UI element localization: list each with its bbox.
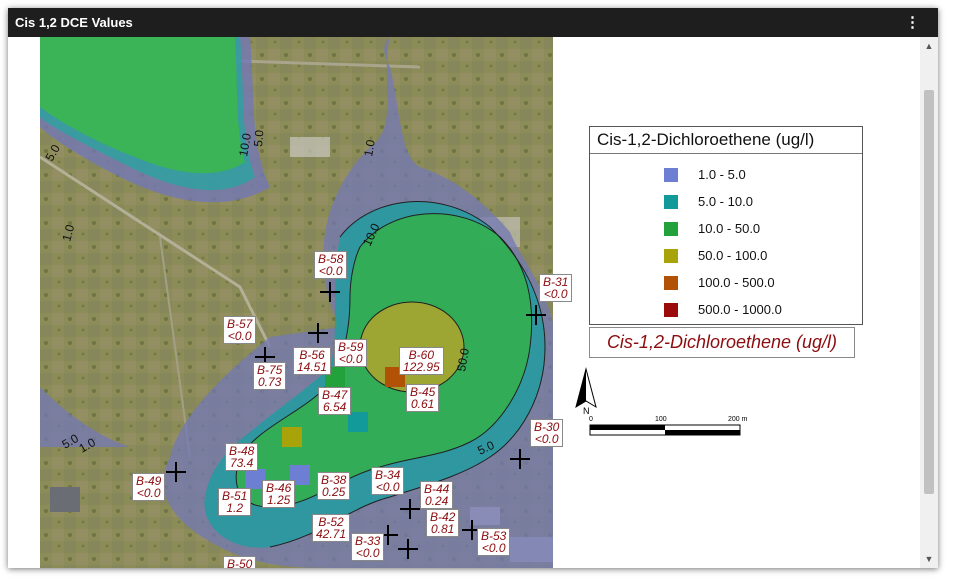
sample-value: 6.54 <box>323 400 347 414</box>
legend-swatch <box>664 276 678 290</box>
sample-label-b45: B-45 0.61 <box>406 384 440 412</box>
scale-label: 100 <box>655 416 667 423</box>
legend-label: 10.0 - 50.0 <box>698 221 761 236</box>
sample-square <box>348 412 368 432</box>
legend-label: 1.0 - 5.0 <box>698 167 746 182</box>
sample-label-b30: B-30 <0.0 <box>530 419 564 447</box>
sample-value: <0.0 <box>136 486 161 500</box>
arrow-up-icon[interactable]: ▲ <box>920 38 938 54</box>
sample-value: <0.0 <box>355 546 380 560</box>
sample-value: 1.2 <box>226 501 244 515</box>
legend-title: Cis-1,2-Dichloroethene (ug/l) <box>590 127 862 154</box>
sample-label-b57: B-57 <0.0 <box>223 316 257 344</box>
sample-id: B-50 <box>227 557 253 568</box>
legend-swatch <box>664 195 678 209</box>
scale-bar: 0 100 200 m <box>589 416 748 436</box>
sample-label-b56: B-56 14.51 <box>293 347 332 375</box>
sample-value: <0.0 <box>338 352 363 366</box>
sample-label-b33: B-33 <0.0 <box>351 533 385 561</box>
sample-value: <0.0 <box>534 432 559 446</box>
sample-label-b42: B-42 0.81 <box>426 509 460 537</box>
sample-value: <0.0 <box>227 329 252 343</box>
scrollbar-thumb[interactable] <box>924 90 934 494</box>
sample-value: <0.0 <box>543 287 568 301</box>
sample-square <box>282 427 302 447</box>
sample-label-b46: B-46 1.25 <box>262 480 296 508</box>
sample-label-b47: B-47 6.54 <box>318 387 352 415</box>
sample-value: 122.95 <box>403 360 440 374</box>
sample-label-b59: B-59 <0.0 <box>334 339 368 367</box>
legend: Cis-1,2-Dichloroethene (ug/l) 1.0 - 5.0 … <box>589 126 863 325</box>
map-title: Cis-1,2-Dichloroethene (ug/l) <box>589 327 855 358</box>
window-title: Cis 1,2 DCE Values <box>15 15 133 30</box>
sample-value: 0.24 <box>425 494 449 508</box>
sample-value: 42.71 <box>316 527 347 541</box>
sample-label-b58: B-58 <0.0 <box>314 251 348 279</box>
sample-label-b53: B-53 <0.0 <box>477 528 511 556</box>
legend-label: 100.0 - 500.0 <box>698 275 775 290</box>
contour-label: 1.0 <box>361 138 378 157</box>
title-bar: Cis 1,2 DCE Values ⋮ <box>8 8 938 37</box>
legend-label: 5.0 - 10.0 <box>698 194 753 209</box>
sample-label-b34: B-34 <0.0 <box>371 467 405 495</box>
arrow-down-icon[interactable]: ▼ <box>920 551 938 567</box>
kebab-menu-icon[interactable]: ⋮ <box>905 13 920 31</box>
sample-label-b48: B-48 73.4 <box>225 443 259 471</box>
legend-swatch <box>664 222 678 236</box>
sample-value: <0.0 <box>481 541 506 555</box>
sample-value: 73.4 <box>230 456 254 470</box>
map-image[interactable]: 5.0 10.0 5.0 1.0 1.0 10.0 50.0 5.0 5.0 1… <box>40 37 553 568</box>
sample-label-b52: B-52 42.71 <box>312 514 351 542</box>
sample-value: 0.81 <box>431 522 455 536</box>
scale-label: 0 <box>589 416 593 423</box>
sample-label-b50: B-50 <box>223 556 257 568</box>
legend-swatch <box>664 168 678 182</box>
sample-label-b49: B-49 <0.0 <box>132 473 166 501</box>
sample-label-b38: B-38 0.25 <box>317 472 351 500</box>
legend-label: 50.0 - 100.0 <box>698 248 768 263</box>
sample-value: <0.0 <box>318 264 343 278</box>
contour-label: 5.0 <box>251 129 266 147</box>
sample-value: 1.25 <box>267 493 291 507</box>
sample-value: 0.25 <box>322 485 346 499</box>
map-panel: 5.0 10.0 5.0 1.0 1.0 10.0 50.0 5.0 5.0 1… <box>8 37 920 568</box>
sample-label-b60: B-60 122.95 <box>399 347 444 375</box>
vertical-scrollbar[interactable]: ▲ ▼ <box>920 37 938 568</box>
map-window: Cis 1,2 DCE Values ⋮ 5.0 10.0 5.0 1.0 1.… <box>8 8 938 568</box>
sample-value: 0.73 <box>258 375 282 389</box>
sample-label-b44: B-44 0.24 <box>420 481 454 509</box>
sample-value: 0.61 <box>411 397 435 411</box>
north-arrow-icon: N <box>575 367 597 416</box>
sample-label-b51: B-51 1.2 <box>218 488 252 516</box>
sample-label-b31: B-31 <0.0 <box>539 274 573 302</box>
scale-label: 200 m <box>728 416 748 423</box>
legend-swatch <box>664 303 678 317</box>
sample-value: 14.51 <box>297 360 328 374</box>
sample-label-b75: B-75 0.73 <box>253 362 287 390</box>
legend-swatch <box>664 249 678 263</box>
legend-label: 500.0 - 1000.0 <box>698 302 782 317</box>
sample-value: <0.0 <box>375 480 400 494</box>
